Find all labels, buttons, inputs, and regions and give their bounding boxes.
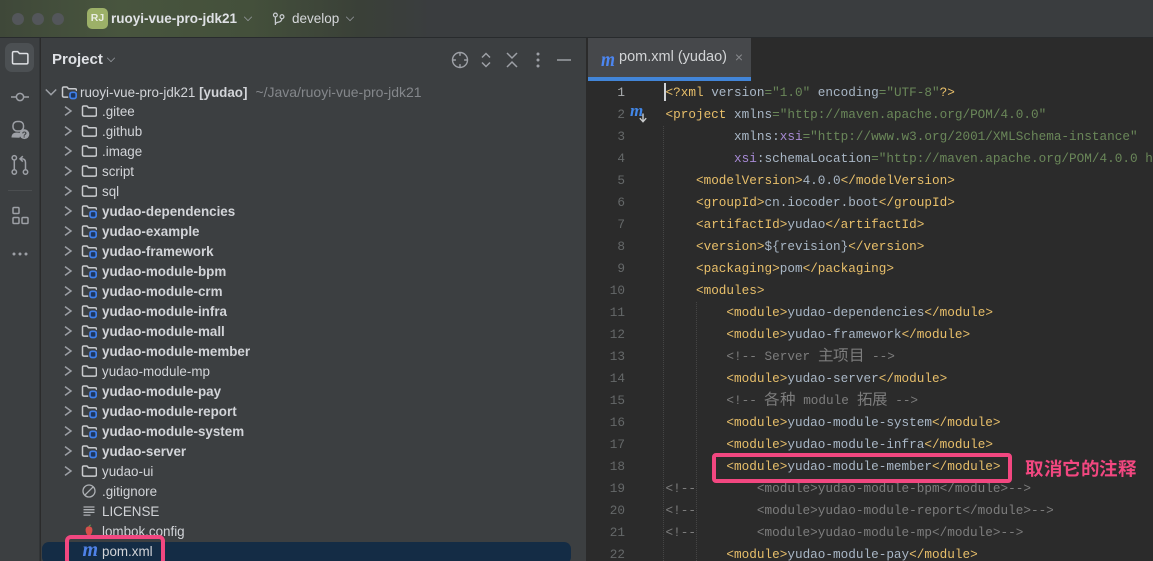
- svg-text:?: ?: [22, 129, 27, 139]
